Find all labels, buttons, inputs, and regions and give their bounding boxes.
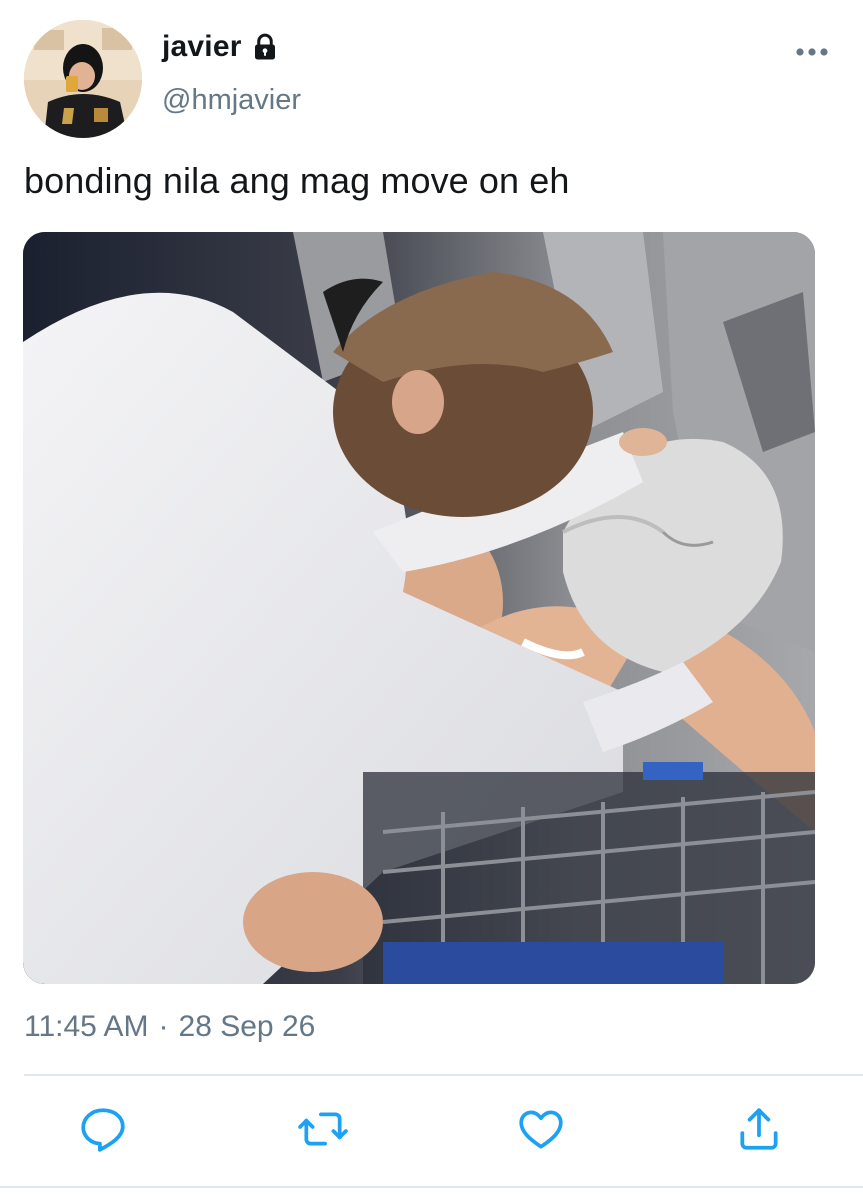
tweet-photo[interactable] (23, 232, 815, 984)
heart-icon (519, 1110, 563, 1149)
tweet-text: bonding nila ang mag move on eh (24, 160, 570, 201)
reply-button[interactable] (78, 1104, 128, 1154)
timestamp-separator: · (158, 1010, 169, 1043)
tweet-date: 28 Sep 26 (178, 1010, 316, 1043)
share-icon (740, 1108, 778, 1150)
user-handle[interactable]: @hmjavier (162, 84, 301, 117)
avatar[interactable] (24, 20, 142, 138)
action-bar (0, 1104, 863, 1156)
reply-icon (81, 1108, 125, 1152)
tweet-time: 11:45 AM (24, 1010, 149, 1043)
like-button[interactable] (516, 1104, 566, 1154)
avatar-image (24, 20, 142, 138)
share-button[interactable] (734, 1104, 784, 1154)
divider (24, 1074, 863, 1076)
lock-icon (254, 33, 275, 60)
retweet-button[interactable] (298, 1104, 348, 1154)
more-horizontal-icon[interactable] (795, 42, 829, 62)
name-row: javier (162, 30, 280, 64)
retweet-icon (298, 1112, 348, 1146)
bottom-divider (0, 1186, 863, 1188)
photo-image (23, 232, 815, 984)
timestamp[interactable]: 11:45 AM · 28 Sep 26 (24, 1010, 315, 1044)
display-name[interactable]: javier (162, 30, 242, 64)
